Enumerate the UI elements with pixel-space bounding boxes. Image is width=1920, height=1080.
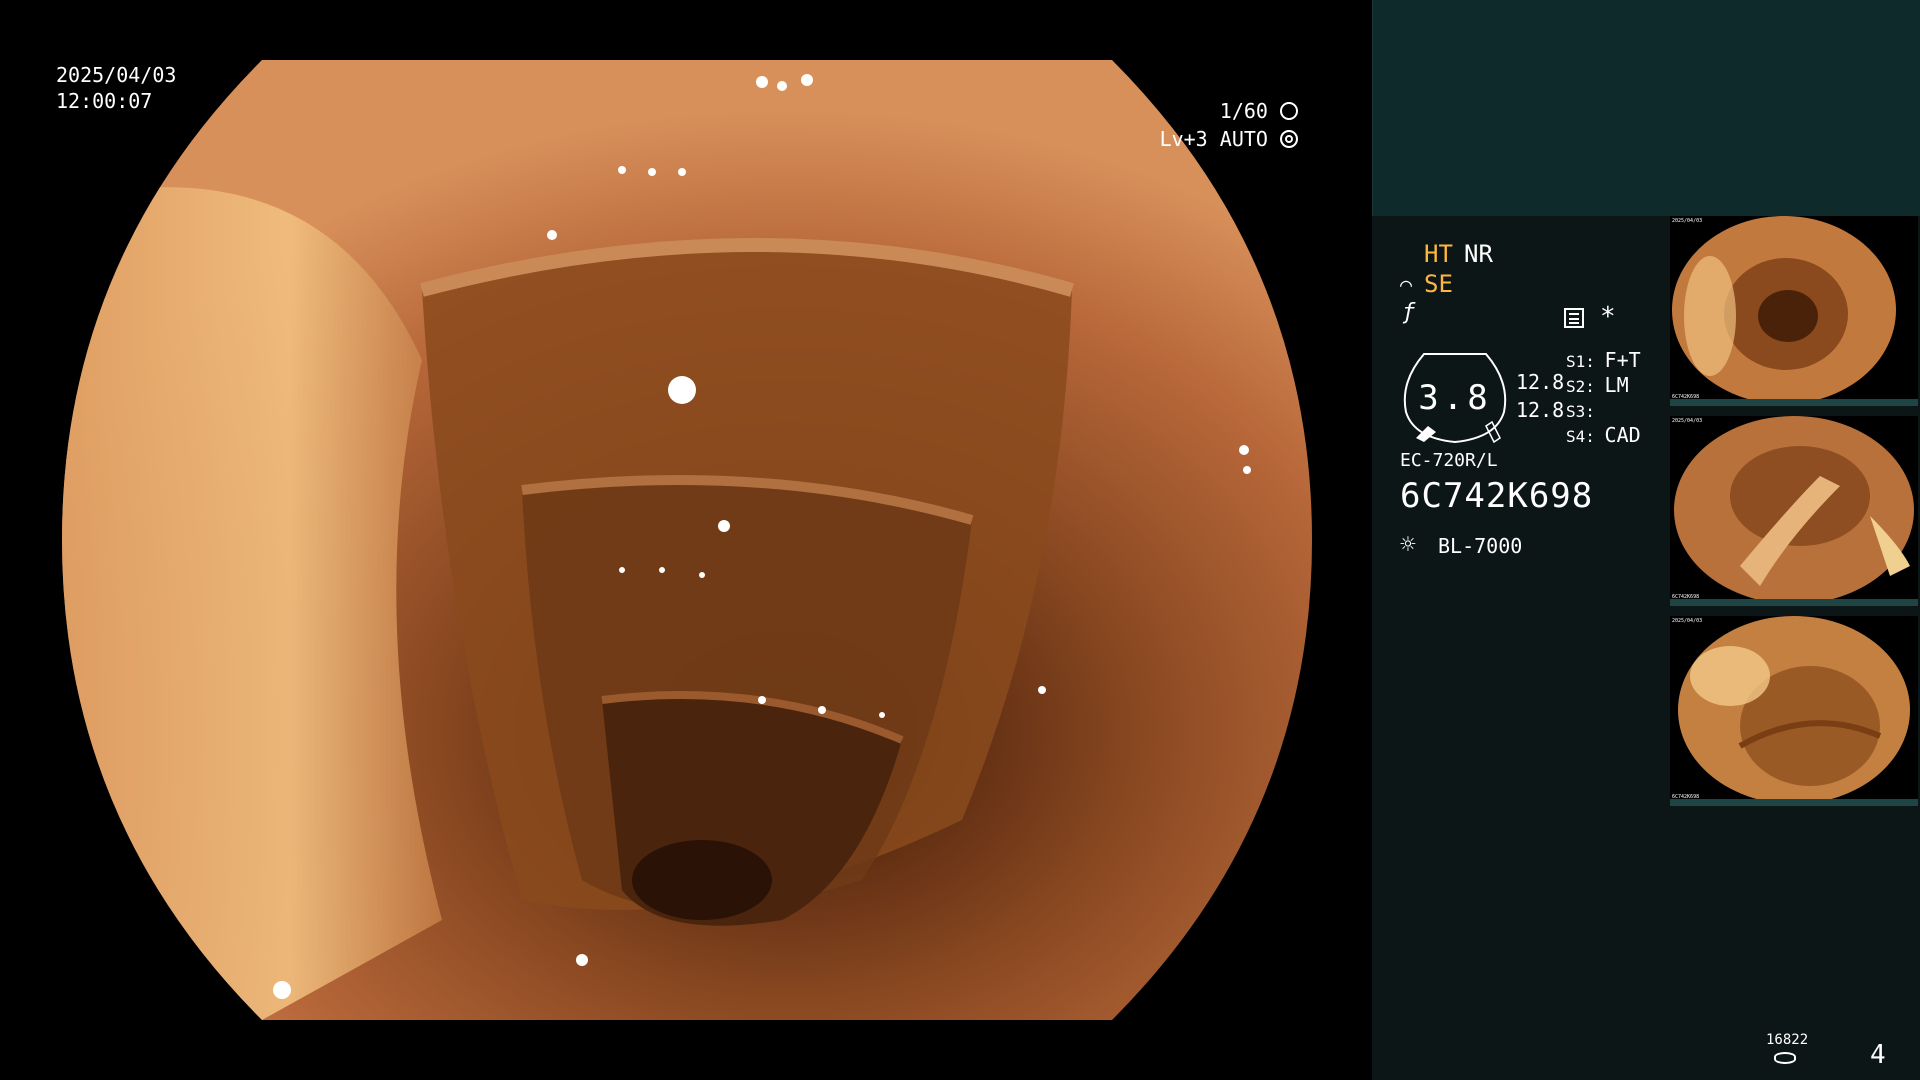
thumbnail-3[interactable]: 2025/04/03 6C742K698 <box>1670 616 1918 806</box>
endoscopic-image <box>62 60 1312 1020</box>
switch-row: S3: <box>1566 398 1676 423</box>
switch-row: S1: F+T <box>1566 348 1676 373</box>
se-label: SE <box>1424 270 1453 298</box>
slashed-f-icon: ƒ <box>1402 300 1416 325</box>
thumbnail-image <box>1672 216 1896 404</box>
iris-icon <box>1280 130 1298 148</box>
ht-label: HT <box>1424 240 1453 268</box>
exposure-readout: Lv+3 AUTO <box>1140 126 1298 152</box>
gauge-display: 3.8 <box>1400 352 1510 444</box>
thumbnail-date: 2025/04/03 <box>1672 218 1703 224</box>
gauge-sub-2: 12.8 <box>1516 398 1565 422</box>
disk-icon <box>1774 1052 1796 1064</box>
shutter-value: 1/60 <box>1219 99 1268 123</box>
serial-number: 6C742K698 <box>1400 476 1594 516</box>
gauge-sub-1: 12.8 <box>1516 370 1565 394</box>
scope-model: EC-720R/L <box>1400 450 1498 471</box>
gauge-value: 3.8 <box>1418 378 1492 418</box>
thumbnail-bar <box>1670 799 1918 806</box>
switch-key: S4: <box>1566 427 1595 446</box>
thumbnail-1[interactable]: 2025/04/03 6C742K698 <box>1670 216 1918 406</box>
image-count: 4 <box>1870 1040 1886 1070</box>
switch-value: CAD <box>1604 423 1641 447</box>
lamp-icon: ☼ <box>1400 530 1416 560</box>
thumbnail-image <box>1674 416 1914 604</box>
thumbnail-bar <box>1670 599 1918 606</box>
se-row: ⌒ SE <box>1400 270 1670 300</box>
thumbnail-date: 2025/04/03 <box>1672 418 1703 424</box>
nr-label: NR <box>1464 240 1493 268</box>
thumbnail-image <box>1678 616 1910 804</box>
switch-value: LM <box>1604 373 1629 397</box>
panel-header <box>1372 0 1920 216</box>
thumbnail-2[interactable]: 2025/04/03 6C742K698 <box>1670 416 1918 606</box>
freeze-row: ƒ <box>1400 300 1670 330</box>
switch-value: F+T <box>1604 348 1641 372</box>
switch-row: S2: LM <box>1566 373 1676 398</box>
endoscope-view: 2025/04/03 12:00:07 1/60 Lv+3 AUTO <box>0 0 1372 1080</box>
mode-value: AUTO <box>1219 127 1268 151</box>
aperture-icon <box>1280 102 1298 120</box>
thumbnail-bar <box>1670 399 1918 406</box>
switch-key: S3: <box>1566 402 1595 421</box>
light-source: BL-7000 <box>1438 534 1523 558</box>
asterisk-mark: * <box>1600 302 1616 332</box>
date-label: 2025/04/03 <box>56 63 177 87</box>
switch-key: S2: <box>1566 377 1595 396</box>
time-label: 12:00:07 <box>56 89 153 113</box>
switch-key: S1: <box>1566 352 1595 371</box>
enhancement-row: HT NR <box>1400 240 1670 270</box>
thumbnail-date: 2025/04/03 <box>1672 618 1703 624</box>
bent-tip-icon: ⌒ <box>1400 272 1413 296</box>
shutter-readout: 1/60 <box>1180 98 1298 124</box>
disk-count: 16822 <box>1766 1032 1809 1048</box>
switch-row: S4: CAD <box>1566 423 1676 448</box>
settings-block: HT NR ⌒ SE ƒ <box>1400 240 1670 330</box>
switch-list: S1: F+T S2: LM S3: S4: CAD <box>1566 348 1676 448</box>
memo-icon <box>1564 308 1584 328</box>
level-value: Lv+3 <box>1159 127 1208 151</box>
